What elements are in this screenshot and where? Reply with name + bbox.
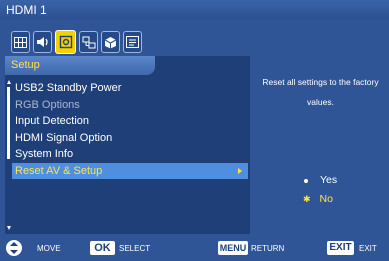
scroll-thumb[interactable] [7,87,10,159]
exit-key[interactable]: EXIT [327,241,354,255]
tab-setup[interactable] [55,30,76,54]
menu-item-hdmi-signal-option[interactable]: HDMI Signal Option [15,130,245,147]
navigation-pad-icon [6,240,22,256]
menu-item-usb2-standby-power[interactable]: USB2 Standby Power [15,80,245,97]
speaker-icon [36,37,48,47]
menu-item-label: Input Detection [15,115,89,127]
scroll-down-arrow-icon[interactable] [7,226,11,230]
option-selected-star-icon: ✱ [303,194,311,204]
settings-menu-list: USB2 Standby Power RGB Options Input Det… [12,80,248,179]
menu-item-reset-av-setup[interactable]: Reset AV & Setup [12,162,248,179]
tab-applications[interactable] [101,31,120,53]
select-label: SELECT [119,244,151,253]
menu-tab-strip [11,29,142,55]
menu-item-label: RGB Options [15,98,80,111]
tab-audio[interactable] [33,31,52,53]
move-label: MOVE [37,244,61,253]
gear-setup-icon [59,35,72,49]
menu-item-input-detection[interactable]: Input Detection [15,113,245,130]
picture-grid-icon [14,36,27,48]
menu-key[interactable]: MENU [218,241,248,255]
submenu-arrow-icon [238,167,242,174]
ok-key[interactable]: OK [90,241,115,255]
option-yes-label: Yes [320,174,338,186]
reset-description: Reset all settings to the factory values… [262,77,379,107]
exit-label: EXIT [359,244,377,253]
return-label: RETURN [251,244,285,253]
key-help-bar: MOVE OK SELECT MENU RETURN EXIT EXIT [0,237,389,261]
menu-item-label: System Info [15,148,74,160]
option-no-label: No [319,193,333,205]
option-no[interactable]: ✱ No [303,190,337,209]
menu-item-label: USB2 Standby Power [15,82,122,94]
tab-info[interactable] [123,31,142,53]
option-bullet-icon [304,178,308,183]
section-title: Setup [5,56,155,75]
scroll-up-arrow-icon[interactable] [7,80,11,84]
menu-item-label: Reset AV & Setup [15,164,103,177]
tab-network[interactable] [79,31,98,53]
detail-panel: Reset all settings to the factory values… [252,56,389,234]
network-icon [82,36,95,48]
menu-item-rgb-options: RGB Options [15,97,245,114]
window-title: HDMI 1 [0,0,389,20]
menu-scrollbar[interactable] [7,80,11,230]
cube-icon [104,36,117,48]
option-yes[interactable]: Yes [304,171,337,190]
reset-options: Yes ✱ No [303,171,337,209]
menu-item-label: HDMI Signal Option [15,131,113,144]
tab-picture[interactable] [11,31,30,53]
menu-item-system-info[interactable]: System Info [15,146,245,163]
list-info-icon [126,36,139,48]
